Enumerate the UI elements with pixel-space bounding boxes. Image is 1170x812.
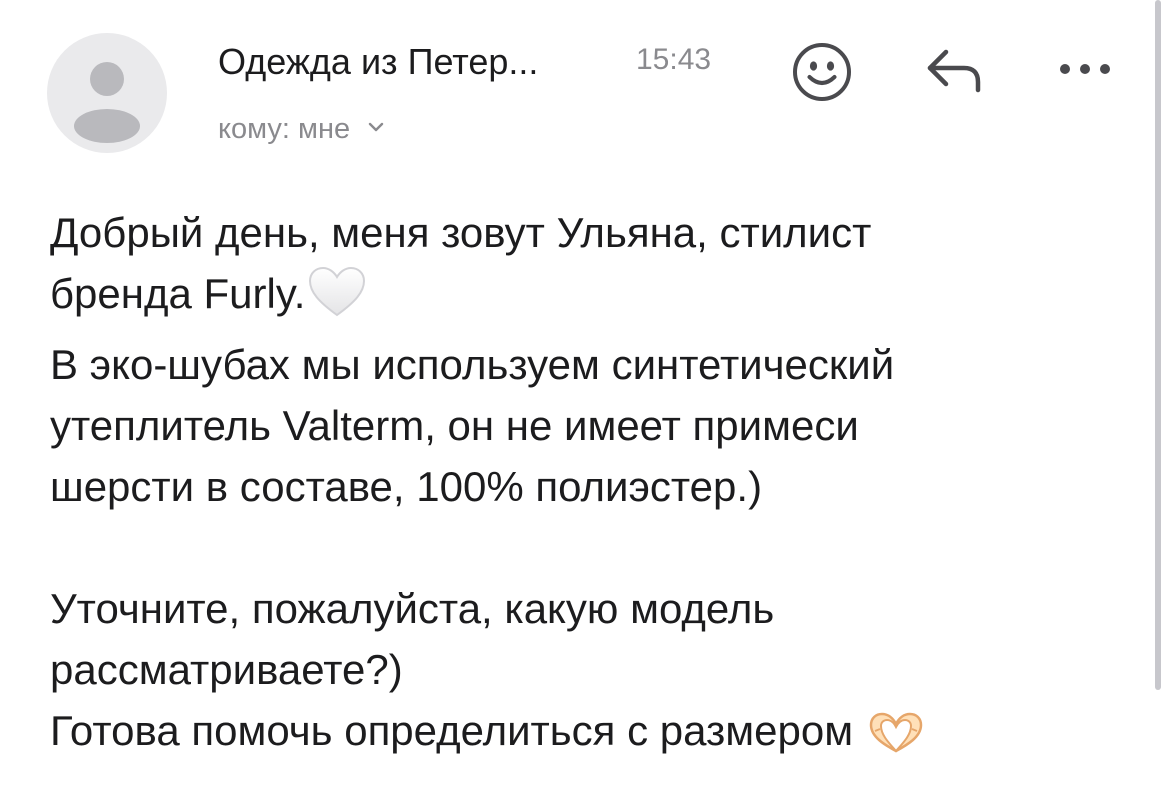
more-dots-icon	[1060, 64, 1110, 74]
sender-avatar[interactable]	[47, 33, 167, 153]
chevron-down-icon	[368, 123, 384, 132]
message-body: Добрый день, меня зовут Ульяна, стилист …	[50, 202, 1130, 771]
message-line: рассматриваете?)	[50, 646, 403, 693]
message-time: 15:43	[636, 43, 712, 76]
recipient-toggle[interactable]: кому: мне	[218, 110, 384, 148]
more-options-button[interactable]	[1056, 56, 1114, 82]
message-line: бренда Furly.	[50, 263, 1130, 334]
scrollbar[interactable]	[1155, 0, 1161, 690]
white-heart-emoji	[307, 266, 367, 334]
message-line: Уточните, пожалуйста, какую модель	[50, 585, 775, 632]
message-line: утеплитель Valterm, он не имеет примеси	[50, 402, 859, 449]
smiley-face-icon	[793, 43, 851, 101]
sender-name[interactable]: Одежда из Петер...	[218, 40, 538, 84]
reply-button[interactable]	[924, 42, 988, 98]
message-line: Добрый день, меня зовут Ульяна, стилист	[50, 209, 872, 256]
recipient-label: кому: мне	[218, 113, 351, 145]
person-placeholder-icon	[74, 62, 140, 143]
message-line: В эко-шубах мы используем синтетический	[50, 341, 895, 388]
reply-arrow-icon	[927, 49, 981, 93]
heart-hands-emoji	[867, 710, 925, 771]
add-reaction-button[interactable]	[790, 40, 854, 104]
message-line: шерсти в составе, 100% полиэстер.)	[50, 463, 763, 510]
message-line: Готова помочь определиться с размером	[50, 700, 1130, 771]
